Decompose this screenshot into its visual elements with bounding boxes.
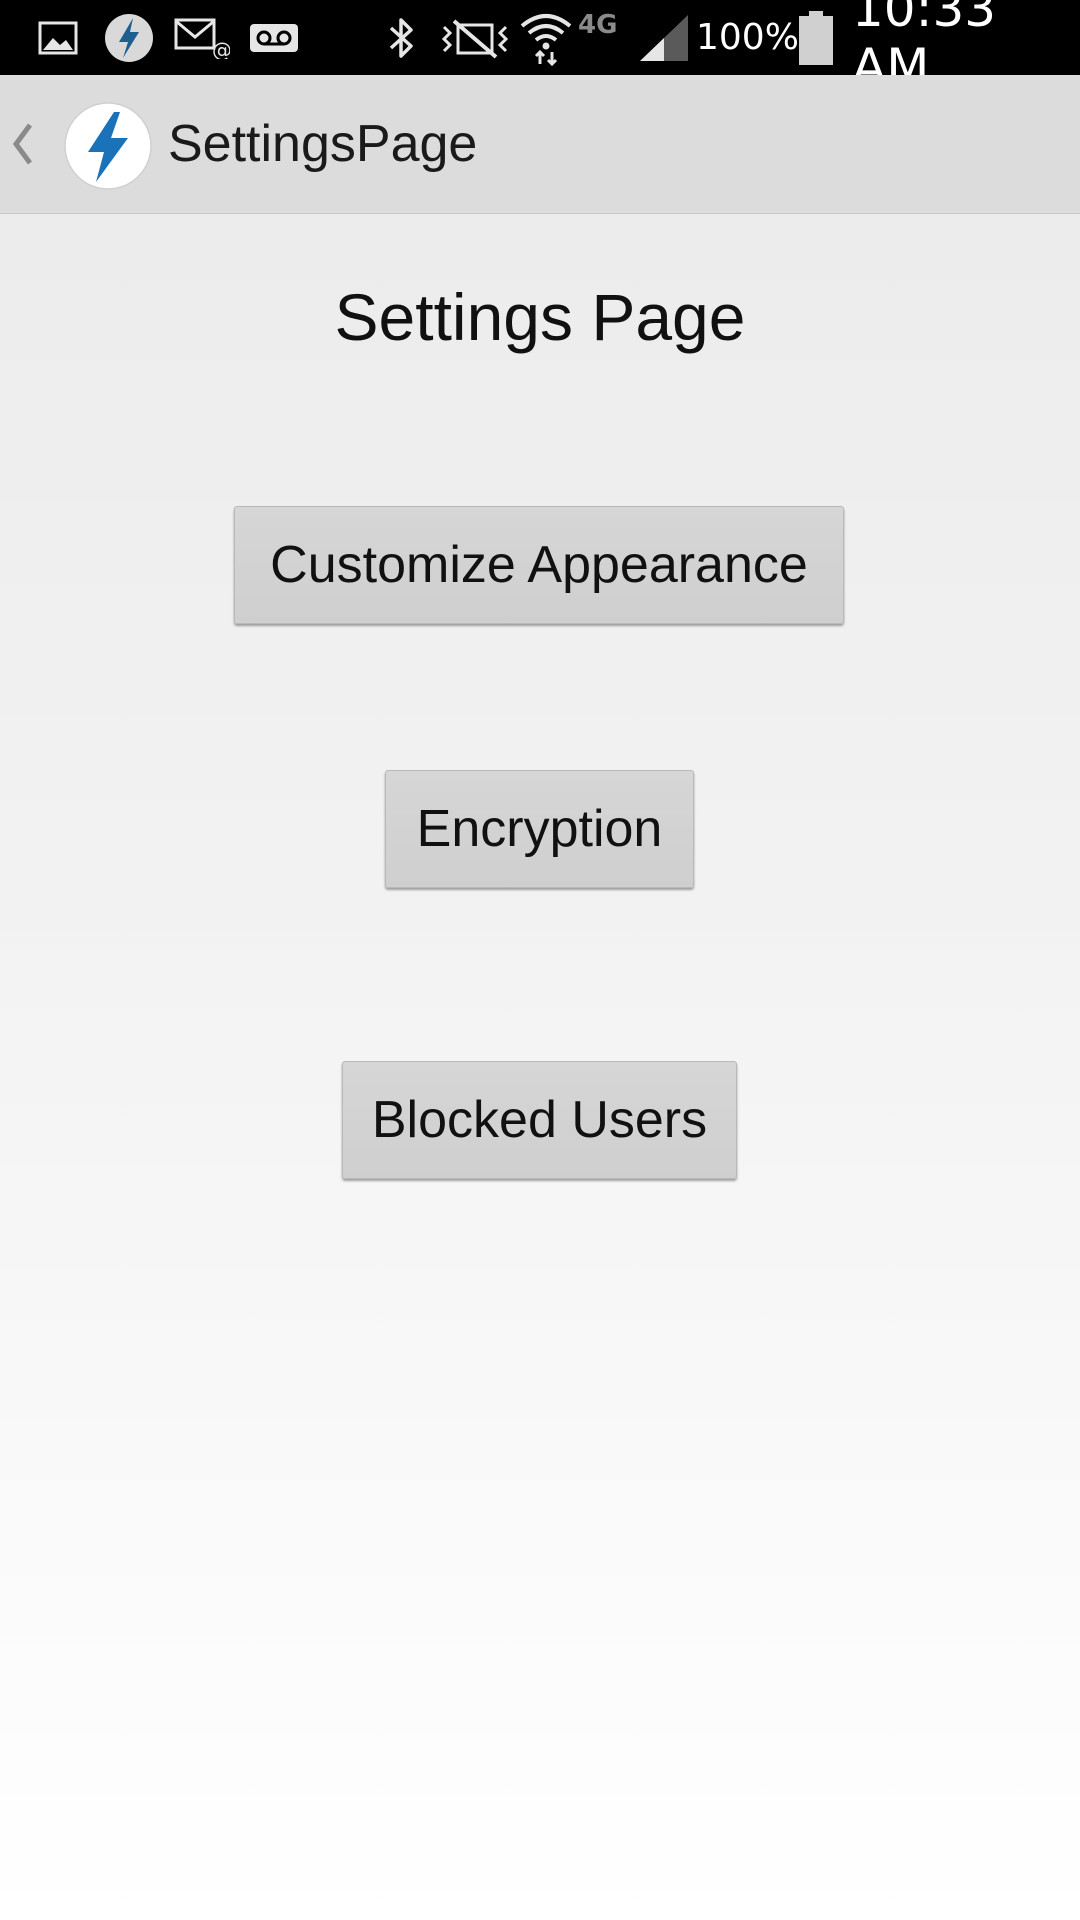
customize-appearance-label: Customize Appearance [270, 536, 808, 594]
network-label: 4G [578, 10, 618, 40]
blocked-users-button[interactable]: Blocked Users [342, 1061, 737, 1179]
settings-content: Settings Page Customize Appearance Encry… [0, 214, 1080, 1920]
status-time: 10:33 AM [852, 0, 997, 96]
network-4g-lte-icon: 4G [578, 0, 636, 75]
email-icon: @ [174, 0, 230, 75]
wifi-icon [518, 0, 574, 75]
chevron-left-icon[interactable] [8, 119, 38, 169]
svg-text:@: @ [212, 38, 230, 59]
customize-appearance-button[interactable]: Customize Appearance [234, 506, 844, 624]
action-bar: SettingsPage [0, 75, 1080, 214]
status-bar: @ 4G 100% 10:33 AM [0, 0, 1080, 96]
encryption-button[interactable]: Encryption [385, 770, 694, 888]
page-title: Settings Page [334, 280, 746, 354]
app-bolt-icon [102, 0, 156, 75]
app-title: SettingsPage [168, 115, 478, 173]
battery-percent: 100% [696, 17, 799, 58]
battery-icon [796, 0, 836, 75]
vibrate-mute-icon [438, 0, 512, 75]
blocked-users-label: Blocked Users [371, 1091, 708, 1149]
bluetooth-icon [384, 0, 420, 75]
gallery-icon [36, 0, 80, 75]
encryption-label: Encryption [416, 800, 663, 858]
signal-icon [636, 0, 692, 75]
voicemail-icon [248, 0, 300, 75]
lightning-bolt-icon[interactable] [64, 102, 152, 190]
